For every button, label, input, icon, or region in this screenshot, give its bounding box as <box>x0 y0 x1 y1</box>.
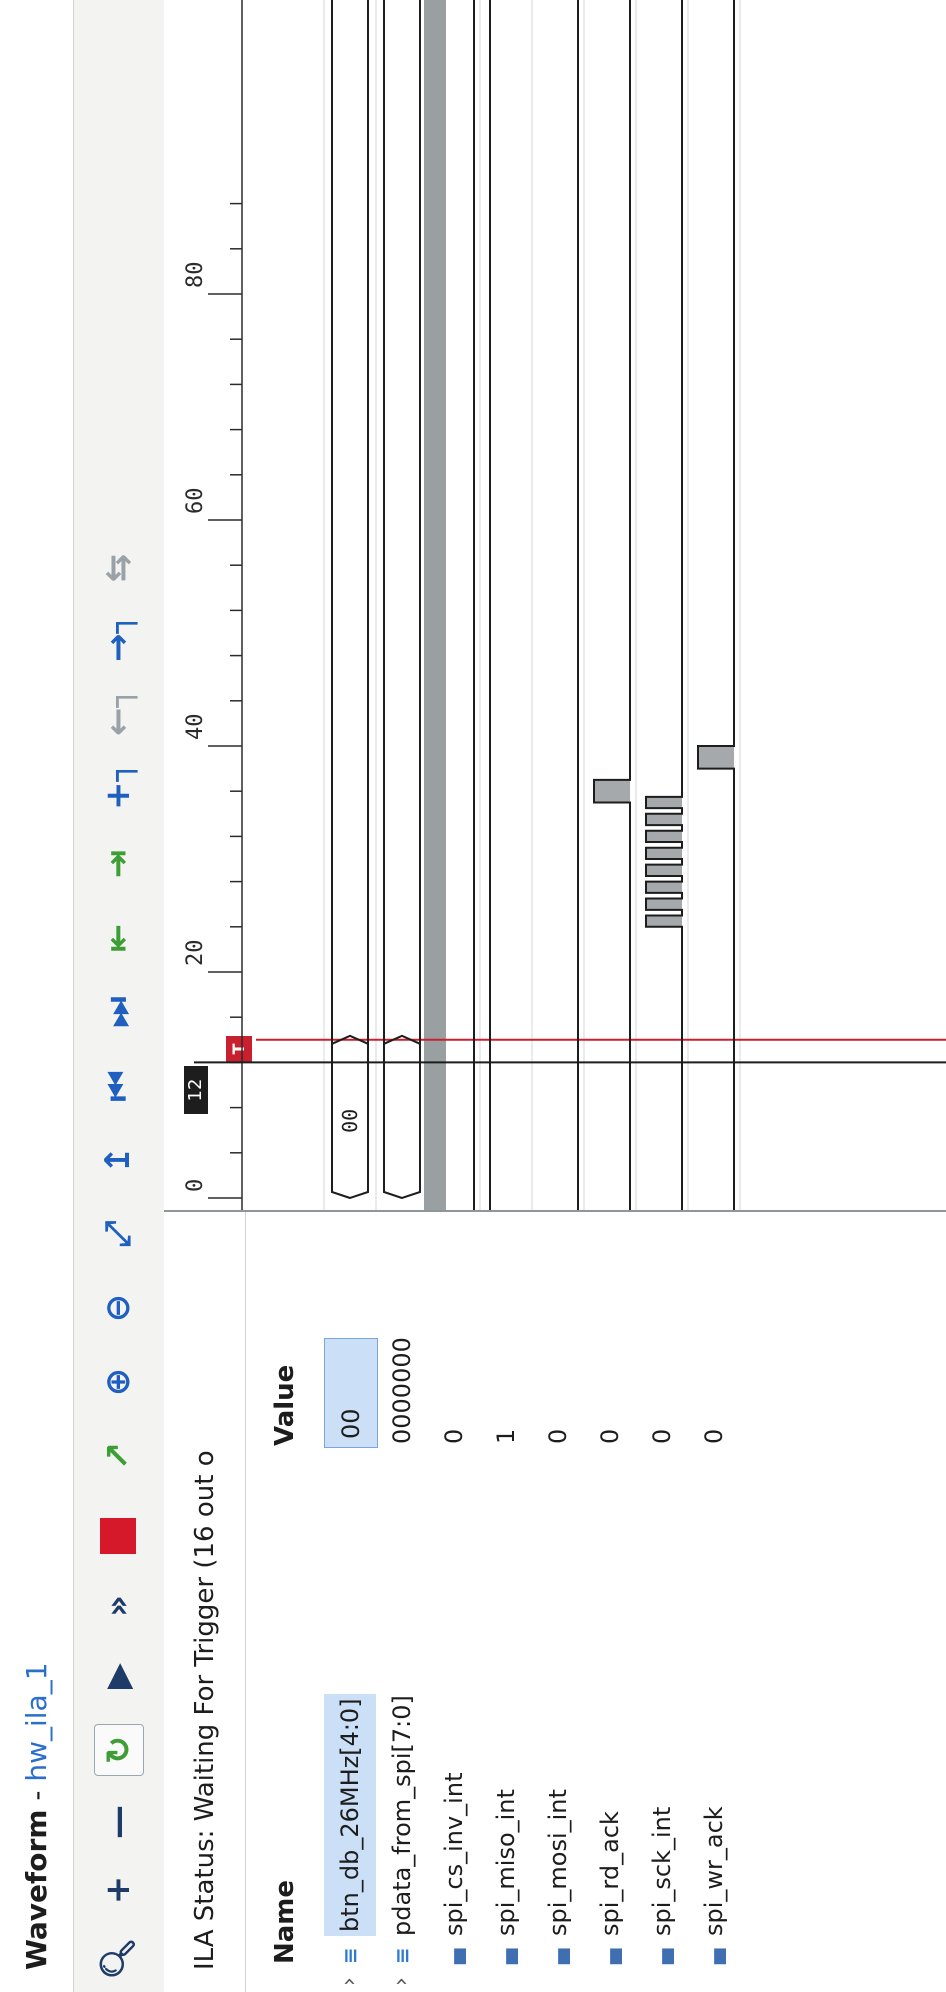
signal-value: 00 <box>324 1338 378 1448</box>
prev-marker-icon[interactable]: ←┐ <box>94 687 142 736</box>
go-last-icon[interactable]: ⏭ <box>94 992 142 1032</box>
window-title-instance: hw_ila_1 <box>20 1662 53 1782</box>
timeline-tick-label: 0 <box>183 1179 208 1192</box>
timeline-tick-label: 40 <box>183 714 208 741</box>
timeline-tick-label: 60 <box>183 488 208 515</box>
bus-segment <box>331 0 369 1044</box>
bus-value-label: 00 <box>338 1109 362 1133</box>
export-icon[interactable]: ↗ <box>94 1436 142 1476</box>
signal-name[interactable]: spi_wr_ack <box>688 1806 740 1936</box>
digital-pulse <box>646 915 682 927</box>
timeline-tick-label: 20 <box>183 940 208 967</box>
signal-value: 0 <box>700 1428 728 1444</box>
next-transition-icon[interactable]: ⇥ <box>94 844 142 884</box>
signal-name-panel: Name Value › ≡ btn_db_26MHz[4:0] 00 › ≡ pdata_… <box>246 1212 946 1992</box>
digital-pulse <box>594 779 630 803</box>
bit-signal-icon: ▄ <box>598 1948 622 1964</box>
digital-trace <box>645 0 683 1210</box>
zoom-add-icon[interactable]: + <box>94 1870 142 1910</box>
waveform-canvas[interactable]: 0 20 40 60 80 00 <box>164 0 946 1210</box>
bus-signal-icon: ≡ <box>338 1947 362 1964</box>
signal-name[interactable]: spi_sck_int <box>636 1807 688 1936</box>
signal-name[interactable]: spi_mosi_int <box>532 1789 584 1936</box>
signal-row[interactable]: ▄ spi_cs_inv_int 0 <box>428 1212 480 1992</box>
name-column-header[interactable]: Name <box>246 1462 324 1992</box>
bus-signal-icon: ≡ <box>390 1947 414 1964</box>
signal-name[interactable]: btn_db_26MHz[4:0] <box>324 1694 376 1936</box>
signal-name[interactable]: spi_miso_int <box>480 1789 532 1936</box>
zoom-fit-icon[interactable]: ⤢ <box>94 1214 142 1254</box>
bit-signal-icon: ▄ <box>546 1948 570 1964</box>
expand-chevron-icon[interactable]: › <box>376 1968 428 1986</box>
bit-signal-icon: ▄ <box>442 1948 466 1964</box>
signal-value: 0 <box>596 1428 624 1444</box>
signal-name[interactable]: spi_rd_ack <box>584 1811 636 1936</box>
window-title-separator: - <box>20 1781 53 1810</box>
zoom-in-icon[interactable]: ⊕ <box>94 1362 142 1402</box>
signal-value: 0 <box>440 1428 468 1444</box>
digital-pulse <box>646 813 682 826</box>
window-title: Waveform - hw_ila_1 <box>0 0 74 1992</box>
marker-icon[interactable]: ↥ <box>94 1140 142 1180</box>
timeline-tick-label: 80 <box>183 262 208 289</box>
refresh-icon[interactable]: ↻ <box>94 1724 144 1776</box>
signal-row[interactable]: ▄ spi_wr_ack 0 <box>688 1212 740 1992</box>
waveform-panel[interactable]: 12 T 0 20 40 60 80 00 <box>164 0 946 1212</box>
stop-button[interactable] <box>94 1516 142 1556</box>
digital-trace <box>593 0 631 1210</box>
add-marker-icon[interactable]: +┐ <box>94 761 142 810</box>
signal-value: 0000000 <box>388 1337 416 1444</box>
digital-pulse <box>646 881 682 893</box>
search-icon[interactable]: 🔍︎ <box>94 1937 142 1980</box>
digital-pulse <box>646 796 682 809</box>
signal-row[interactable]: › ≡ pdata_from_spi[7:0] 0000000 <box>376 1212 428 1992</box>
digital-pulse <box>646 847 682 859</box>
go-first-icon[interactable]: ⏮ <box>94 1066 142 1106</box>
digital-pulse <box>646 864 682 876</box>
swap-cursor-icon[interactable]: ⇆ <box>94 548 142 588</box>
digital-pulse <box>698 746 734 769</box>
signal-row[interactable]: › ≡ btn_db_26MHz[4:0] 00 <box>324 1212 378 1992</box>
expand-chevron-icon[interactable]: › <box>324 1968 376 1986</box>
next-marker-icon[interactable]: →┐ <box>94 613 142 662</box>
signal-name[interactable]: spi_cs_inv_int <box>428 1773 480 1936</box>
bit-signal-icon: ▄ <box>650 1948 674 1964</box>
digital-trace <box>697 0 735 1210</box>
signal-row[interactable]: ▄ spi_miso_int 1 <box>480 1212 532 1992</box>
prev-transition-icon[interactable]: ⇤ <box>94 918 142 958</box>
run-icon[interactable]: ▶ <box>94 1656 142 1696</box>
run-immediate-icon[interactable]: » <box>94 1586 142 1626</box>
selected-row-band <box>424 0 446 1210</box>
value-column-header[interactable]: Value <box>246 1212 324 1462</box>
signal-name[interactable]: pdata_from_spi[7:0] <box>376 1695 428 1936</box>
digital-pulse <box>646 898 682 910</box>
signal-row[interactable]: ▄ spi_rd_ack 0 <box>584 1212 636 1992</box>
digital-pulse <box>646 830 682 843</box>
bus-segment <box>383 1034 421 1200</box>
signal-value: 0 <box>544 1428 572 1444</box>
bus-segment <box>383 0 421 1044</box>
bit-signal-icon: ▄ <box>702 1948 726 1964</box>
ila-status: ILA Status: Waiting For Trigger (16 out … <box>164 1212 246 1992</box>
signal-row[interactable]: ▄ spi_mosi_int 0 <box>532 1212 584 1992</box>
signal-value: 0 <box>648 1428 676 1444</box>
stop-icon <box>100 1518 136 1554</box>
toolbar: 🔍︎ + — ↻ ▶ » ↗ ⊕ ⊖ ⤢ ↥ ⏮ ⏭ ⇤ ⇥ +┐ ←┐ →┐ … <box>74 0 165 1992</box>
zoom-out-icon[interactable]: ⊖ <box>94 1288 142 1328</box>
window-title-app: Waveform <box>20 1809 53 1970</box>
signal-row[interactable]: ▄ spi_sck_int 0 <box>636 1212 688 1992</box>
bit-signal-icon: ▄ <box>494 1948 518 1964</box>
signal-value: 1 <box>492 1428 520 1444</box>
signal-list: › ≡ btn_db_26MHz[4:0] 00 › ≡ pdata_from_spi[7:… <box>324 1212 740 1992</box>
remove-icon[interactable]: — <box>94 1802 142 1842</box>
